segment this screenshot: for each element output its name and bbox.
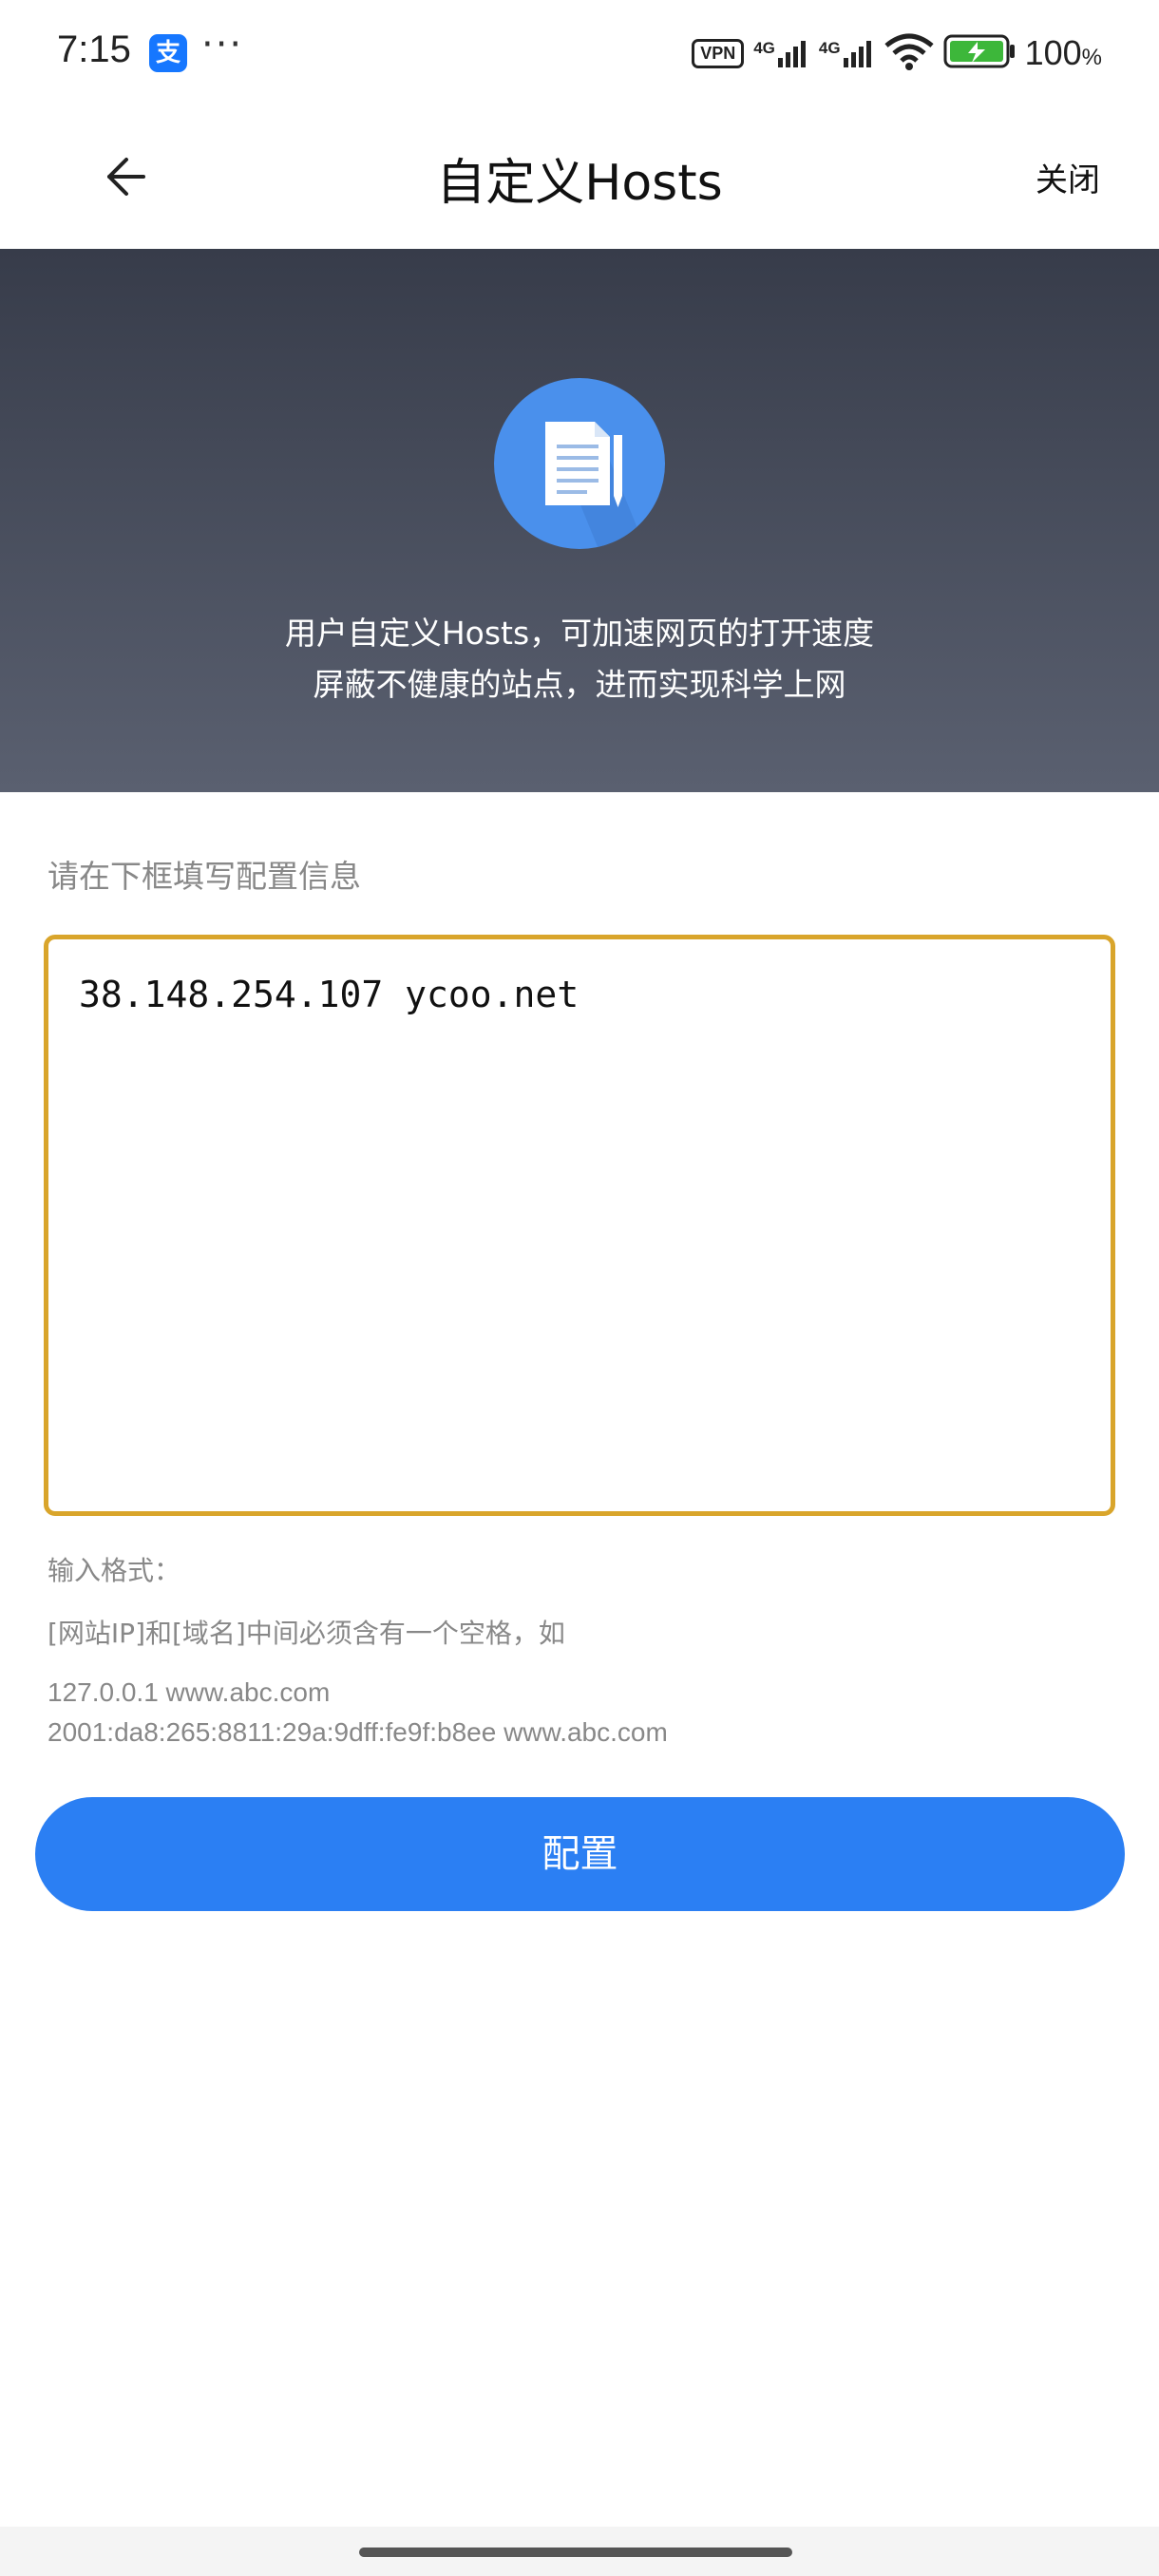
more-notifications-icon: ··· (201, 23, 244, 66)
input-label: 请在下框填写配置信息 (48, 858, 361, 895)
signal-4g-icon: 4G (753, 39, 809, 67)
format-example-ipv6: 2001:da8:265:8811:29a:9dff:fe9f:b8ee www… (48, 1717, 668, 1747)
signal-4g-icon-2: 4G (819, 39, 875, 67)
wifi-icon (884, 32, 934, 74)
format-title: 输入格式： (48, 1555, 181, 1586)
banner-line-1: 用户自定义Hosts，可加速网页的打开速度 (284, 615, 875, 652)
format-example-ipv4: 127.0.0.1 www.abc.com (48, 1677, 331, 1707)
document-edit-icon (494, 378, 665, 549)
status-time: 7:15 (57, 28, 131, 70)
system-nav-area (0, 2527, 1159, 2576)
status-indicators: VPN 4G 4G 100% (692, 30, 1102, 76)
config-button[interactable]: 配置 (35, 1797, 1125, 1911)
alipay-icon: 支 (149, 34, 187, 72)
format-description: [网站IP]和[域名]中间必须含有一个空格，如 (48, 1618, 565, 1649)
battery-percentage: 100% (1024, 33, 1102, 72)
home-indicator[interactable] (359, 2548, 792, 2557)
nav-bar: 自定义Hosts 关闭 (0, 104, 1159, 249)
hosts-textarea[interactable]: 38.148.254.107 ycoo.net (44, 935, 1115, 1516)
header-banner: 用户自定义Hosts，可加速网页的打开速度 屏蔽不健康的站点，进而实现科学上网 (0, 249, 1159, 792)
vpn-badge: VPN (692, 38, 745, 68)
close-button[interactable]: 关闭 (1036, 154, 1100, 200)
battery-charging-icon (943, 32, 1016, 74)
page-title: 自定义Hosts (436, 155, 723, 212)
banner-description: 用户自定义Hosts，可加速网页的打开速度 屏蔽不健康的站点，进而实现科学上网 (0, 608, 1159, 710)
status-bar: 7:15 支 ··· VPN 4G 4G 100% (0, 0, 1159, 104)
banner-line-2: 屏蔽不健康的站点，进而实现科学上网 (313, 666, 846, 703)
